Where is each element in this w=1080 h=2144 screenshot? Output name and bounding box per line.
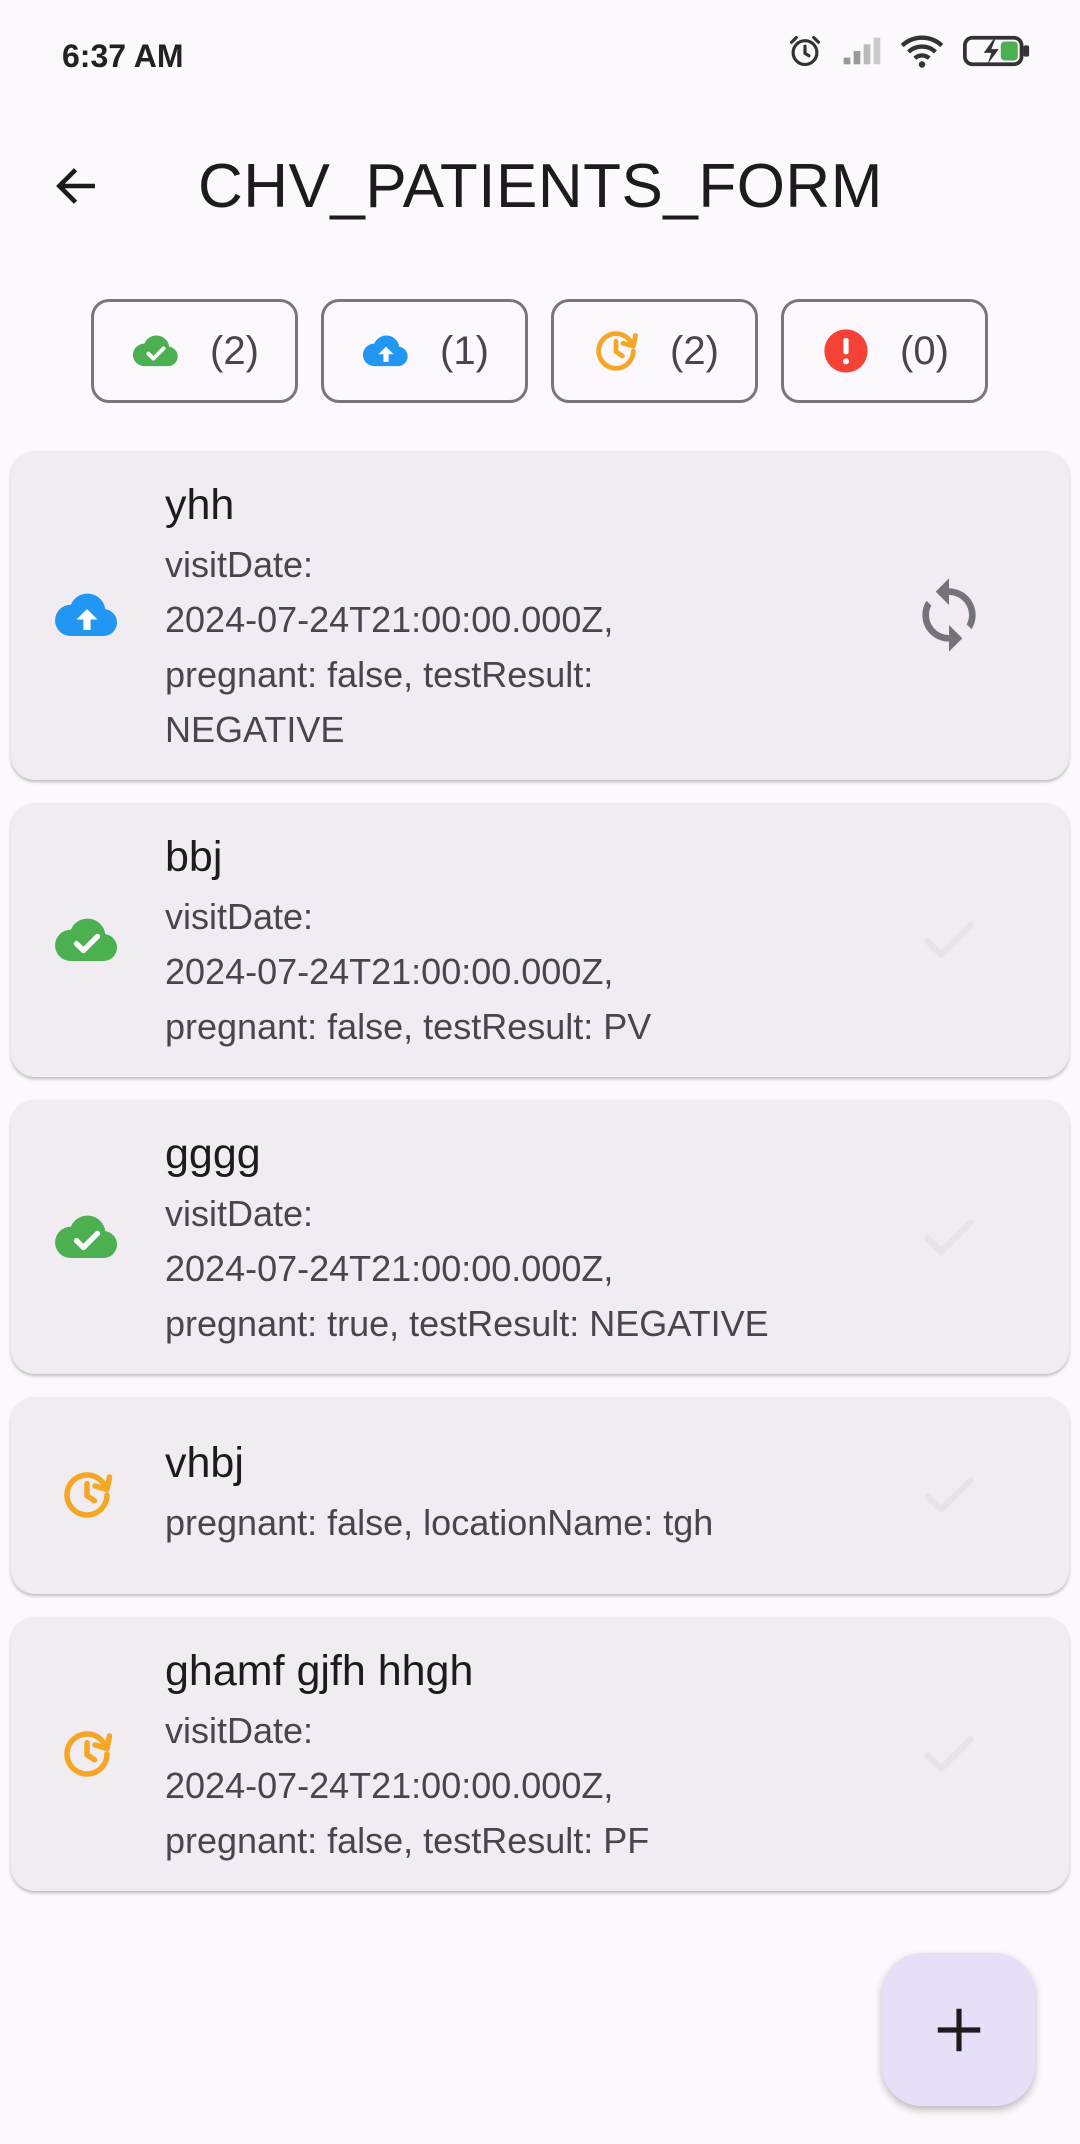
cloud-done-icon [132, 335, 178, 367]
status-filter-bar: (2) (1) (2) (0) [91, 299, 988, 403]
wifi-icon [900, 35, 944, 68]
record-title: yhh [165, 481, 235, 529]
record-status [51, 904, 123, 976]
sync-button[interactable] [901, 567, 997, 663]
cloud-done-icon [55, 1215, 118, 1258]
list-item[interactable]: bbj visitDate: 2024-07-24T21:00:00.000Z,… [11, 803, 1069, 1077]
battery-charging-icon [963, 35, 1030, 67]
check-icon [924, 922, 974, 958]
page-title: CHV_PATIENTS_FORM [198, 152, 883, 221]
record-status [51, 579, 123, 651]
record-details: visitDate: 2024-07-24T21:00:00.000Z, pre… [165, 544, 614, 750]
cloud-done-icon [55, 918, 118, 961]
record-details: visitDate: 2024-07-24T21:00:00.000Z, pre… [165, 1193, 769, 1344]
record-title: gggg [165, 1130, 261, 1178]
check-icon [924, 1477, 974, 1513]
list-item[interactable]: yhh visitDate: 2024-07-24T21:00:00.000Z,… [11, 451, 1069, 780]
list-item[interactable]: gggg visitDate: 2024-07-24T21:00:00.000Z… [11, 1100, 1069, 1374]
filter-synced-button[interactable]: (2) [91, 299, 298, 403]
status-icons [786, 32, 1032, 70]
add-record-button[interactable] [882, 1953, 1035, 2106]
status-time: 6:37 AM [62, 38, 184, 74]
synced-indicator [901, 892, 997, 988]
back-button[interactable] [40, 150, 112, 222]
filter-synced-count: (2) [210, 328, 259, 373]
pending-sync-icon [64, 1731, 113, 1777]
list-item[interactable]: ghamf gjfh hhgh visitDate: 2024-07-24T21… [11, 1617, 1069, 1891]
record-title: bbj [165, 833, 223, 881]
filter-pending-button[interactable]: (2) [551, 299, 758, 403]
record-title: ghamf gjfh hhgh [165, 1647, 474, 1695]
error-icon [824, 329, 868, 373]
filter-uploading-count: (1) [440, 328, 489, 373]
record-status [51, 1459, 123, 1531]
pending-sync-icon [64, 1472, 113, 1518]
record-title: vhbj [165, 1439, 244, 1487]
record-status [51, 1201, 123, 1273]
app-bar: CHV_PATIENTS_FORM [0, 120, 1080, 250]
record-details: visitDate: 2024-07-24T21:00:00.000Z, pre… [165, 1710, 650, 1861]
signal-icon [843, 37, 881, 65]
filter-error-count: (0) [900, 328, 949, 373]
filter-error-button[interactable]: (0) [781, 299, 988, 403]
filter-uploading-button[interactable]: (1) [321, 299, 528, 403]
pending-indicator [901, 1706, 997, 1802]
record-details: pregnant: false, locationName: tgh [165, 1502, 714, 1543]
record-details: visitDate: 2024-07-24T21:00:00.000Z, pre… [165, 896, 652, 1047]
synced-indicator [901, 1189, 997, 1285]
pending-sync-icon [596, 331, 638, 371]
check-icon [924, 1219, 974, 1255]
cloud-upload-icon [55, 593, 118, 636]
filter-pending-count: (2) [670, 328, 719, 373]
record-status [51, 1718, 123, 1790]
status-bar: 6:37 AM [0, 0, 1080, 110]
pending-indicator [901, 1447, 997, 1543]
add-icon [937, 2008, 980, 2051]
alarm-icon [789, 35, 821, 67]
arrow-back-icon [56, 168, 95, 204]
list-item[interactable]: vhbj pregnant: false, locationName: tgh [11, 1397, 1069, 1594]
sync-icon [922, 578, 976, 652]
cloud-upload-icon [362, 335, 408, 367]
check-icon [924, 1736, 974, 1772]
